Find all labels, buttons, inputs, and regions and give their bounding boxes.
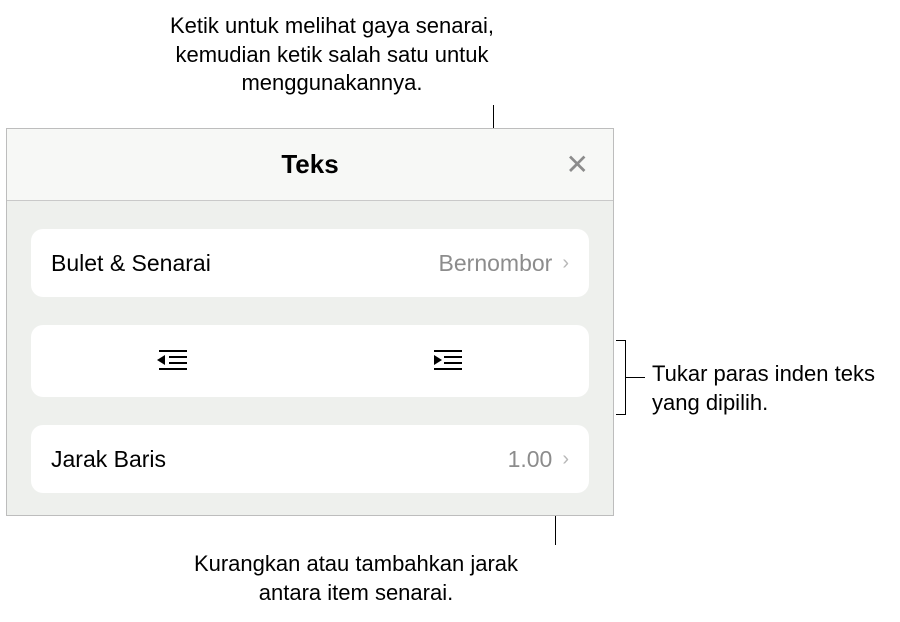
callout-bracket-top [616, 340, 626, 341]
spacing-value-wrap: 1.00 › [508, 446, 569, 473]
spacing-value: 1.00 [508, 446, 553, 473]
decrease-indent-icon [151, 347, 191, 375]
callout-bracket-stem [625, 377, 645, 378]
panel-header: Teks ✕ [7, 129, 613, 201]
line-spacing-row[interactable]: Jarak Baris 1.00 › [31, 425, 589, 493]
callout-line-spacing: Kurangkan atau tambahkan jarak antara it… [176, 550, 536, 607]
bullets-value-wrap: Bernombor › [439, 250, 569, 277]
bullets-and-lists-row[interactable]: Bulet & Senarai Bernombor › [31, 229, 589, 297]
callout-indent-level: Tukar paras inden teks yang dipilih. [652, 360, 892, 417]
close-icon[interactable]: ✕ [566, 151, 589, 179]
decrease-indent-button[interactable] [31, 347, 310, 375]
callout-bracket-bottom [616, 414, 626, 415]
chevron-right-icon: › [562, 252, 569, 275]
increase-indent-icon [430, 347, 470, 375]
spacing-label: Jarak Baris [51, 446, 166, 473]
increase-indent-button[interactable] [310, 347, 589, 375]
indent-controls-row [31, 325, 589, 397]
panel-title: Teks [281, 149, 338, 180]
callout-list-styles: Ketik untuk melihat gaya senarai, kemudi… [152, 12, 512, 98]
chevron-right-icon: › [562, 448, 569, 471]
panel-body: Bulet & Senarai Bernombor › [7, 201, 613, 493]
text-format-panel: Teks ✕ Bulet & Senarai Bernombor › [6, 128, 614, 516]
bullets-value: Bernombor [439, 250, 553, 277]
bullets-label: Bulet & Senarai [51, 250, 211, 277]
